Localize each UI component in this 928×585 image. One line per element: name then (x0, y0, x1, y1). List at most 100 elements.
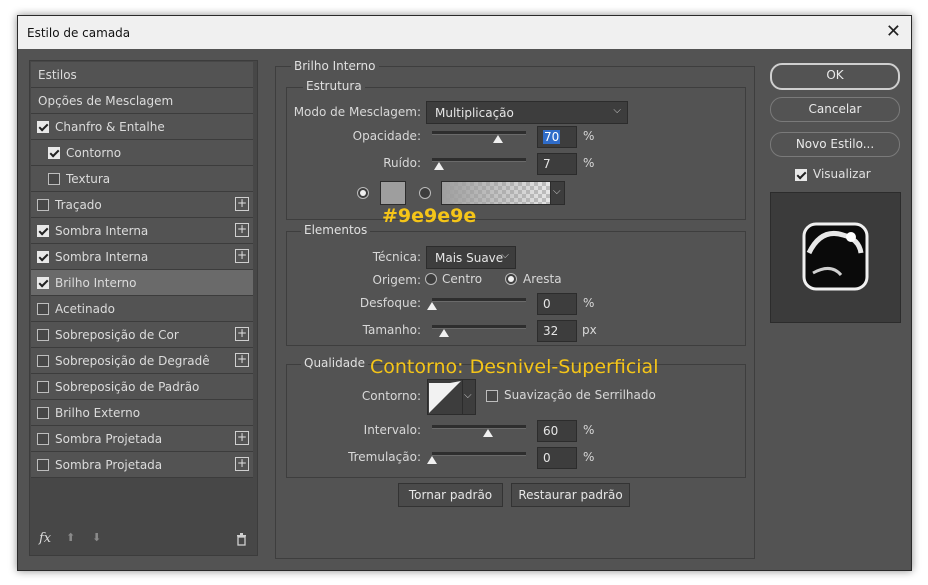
style-item-checkbox[interactable] (37, 251, 49, 263)
arrow-up-icon[interactable]: ⬆ (66, 531, 75, 544)
opacity-field[interactable]: 70 (537, 126, 577, 148)
style-item[interactable]: Sombra Projetada + (31, 426, 253, 452)
add-icon[interactable]: + (235, 223, 249, 237)
style-item[interactable]: Sobreposição de Padrão (31, 374, 253, 400)
source-edge-radio[interactable] (505, 273, 517, 285)
styles-list-footer: fx ⬆ ⬇ (30, 525, 257, 555)
style-item[interactable]: Chanfro & Entalhe (31, 114, 253, 140)
chevron-down-icon: ⌵ (553, 186, 561, 197)
style-item[interactable]: Sombra Interna + (31, 218, 253, 244)
style-item-checkbox[interactable] (37, 355, 49, 367)
noise-field[interactable]: 7 (537, 153, 577, 175)
add-icon[interactable]: + (235, 197, 249, 211)
style-item-checkbox[interactable] (37, 329, 49, 341)
opacity-slider-thumb[interactable] (492, 135, 503, 143)
source-center-label: Centro (442, 272, 483, 286)
trash-icon[interactable] (236, 533, 247, 546)
jitter-field[interactable]: 0 (537, 447, 577, 469)
cancel-button[interactable]: Cancelar (770, 97, 900, 122)
choke-slider[interactable] (427, 298, 526, 310)
preview-checkbox[interactable] (795, 169, 807, 181)
color-annotation: #9e9e9e (382, 205, 477, 227)
reset-default-button[interactable]: Restaurar padrão (511, 483, 630, 507)
style-item-label: Sombra Projetada (55, 432, 163, 446)
style-item[interactable]: Sobreposição de Degradê + (31, 348, 253, 374)
style-item-checkbox[interactable] (37, 381, 49, 393)
opacity-label: Opacidade: (352, 129, 421, 143)
size-field[interactable]: 32 (537, 320, 577, 342)
style-item-checkbox[interactable] (37, 199, 49, 211)
blend-mode-select[interactable]: Multiplicação ⌵ (426, 101, 628, 124)
add-icon[interactable]: + (235, 327, 249, 341)
style-item[interactable]: Contorno (31, 140, 253, 166)
source-center-radio[interactable] (425, 273, 437, 285)
source-label: Origem: (372, 273, 421, 287)
style-item[interactable]: Sombra Projetada + (31, 452, 253, 478)
make-default-button[interactable]: Tornar padrão (398, 483, 503, 507)
add-icon[interactable]: + (235, 249, 249, 263)
style-item-checkbox[interactable] (37, 303, 49, 315)
jitter-slider[interactable] (427, 452, 526, 464)
style-item-checkbox[interactable] (37, 407, 49, 419)
style-item[interactable]: Estilos (31, 62, 253, 88)
styles-list: Estilos Opções de Mesclagem Chanfro & Enta… (29, 60, 258, 556)
quality-title: Qualidade (301, 356, 369, 370)
solid-color-radio[interactable] (357, 187, 369, 199)
gradient-preview[interactable] (441, 181, 551, 205)
antialias-label: Suavização de Serrilhado (504, 388, 656, 402)
close-icon[interactable]: ✕ (886, 22, 901, 42)
style-item[interactable]: Brilho Externo (31, 400, 253, 426)
range-field[interactable]: 60 (537, 420, 577, 442)
opacity-unit: % (583, 129, 595, 143)
style-item-checkbox[interactable] (37, 277, 49, 289)
jitter-value: 0 (543, 451, 551, 465)
ok-button[interactable]: OK (770, 63, 900, 90)
style-item[interactable]: Textura (31, 166, 253, 192)
style-item[interactable]: Sobreposição de Cor + (31, 322, 253, 348)
range-slider[interactable] (432, 425, 526, 437)
gradient-radio[interactable] (419, 187, 431, 199)
choke-slider-thumb[interactable] (427, 302, 437, 310)
style-item-checkbox[interactable] (48, 147, 60, 159)
contour-dropdown[interactable]: ⌵ (462, 379, 476, 415)
style-item-label: Sombra Projetada (55, 458, 163, 472)
style-item[interactable]: Acetinado (31, 296, 253, 322)
range-slider-thumb[interactable] (483, 429, 494, 437)
style-item-label: Brilho Interno (55, 276, 137, 290)
style-item[interactable]: Opções de Mesclagem (31, 88, 253, 114)
chevron-down-icon: ⌵ (613, 105, 621, 116)
fx-icon[interactable]: fx (39, 531, 51, 546)
add-icon[interactable]: + (235, 457, 249, 471)
antialias-checkbox[interactable] (486, 390, 498, 402)
style-item[interactable]: Brilho Interno (31, 270, 253, 296)
add-icon[interactable]: + (235, 353, 249, 367)
style-item[interactable]: Traçado + (31, 192, 253, 218)
style-item[interactable]: Sombra Interna + (31, 244, 253, 270)
new-style-button[interactable]: Novo Estilo... (770, 132, 900, 157)
size-slider[interactable] (432, 325, 526, 337)
gradient-dropdown[interactable]: ⌵ (550, 181, 565, 205)
choke-field[interactable]: 0 (537, 293, 577, 315)
style-item-label: Acetinado (55, 302, 115, 316)
opacity-slider[interactable] (432, 131, 526, 143)
style-item-checkbox[interactable] (37, 225, 49, 237)
technique-select[interactable]: Mais Suave ⌵ (426, 246, 516, 269)
style-item-label: Textura (66, 172, 111, 186)
style-item-checkbox[interactable] (48, 173, 60, 185)
size-value: 32 (543, 324, 559, 338)
title-bar[interactable]: Estilo de camada ✕ (18, 16, 911, 49)
noise-slider[interactable] (432, 158, 526, 170)
glow-color-swatch[interactable] (380, 181, 406, 205)
contour-picker[interactable] (427, 379, 463, 415)
noise-slider-thumb[interactable] (433, 162, 444, 170)
style-item-checkbox[interactable] (37, 459, 49, 471)
arrow-down-icon[interactable]: ⬇ (92, 531, 101, 544)
style-item-label: Sobreposição de Degradê (55, 354, 210, 368)
jitter-slider-thumb[interactable] (427, 456, 437, 464)
style-item-checkbox[interactable] (37, 121, 49, 133)
size-slider-thumb[interactable] (439, 329, 450, 337)
noise-unit: % (583, 156, 595, 170)
size-unit: px (582, 323, 597, 337)
add-icon[interactable]: + (235, 431, 249, 445)
style-item-checkbox[interactable] (37, 433, 49, 445)
